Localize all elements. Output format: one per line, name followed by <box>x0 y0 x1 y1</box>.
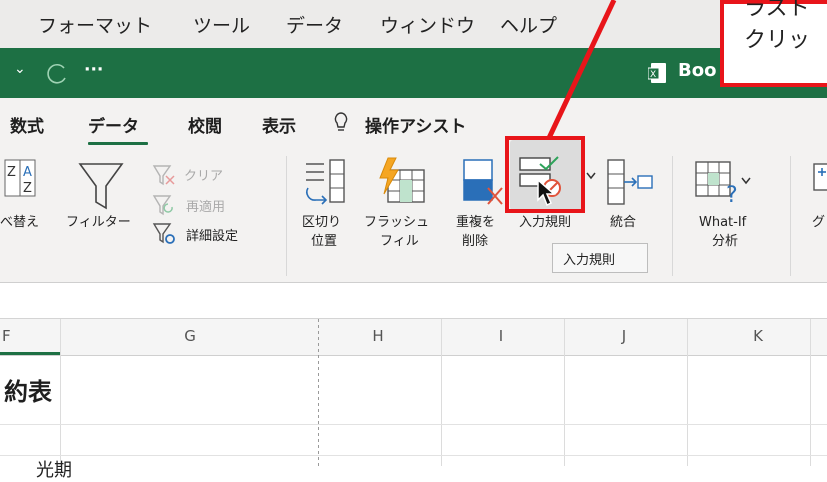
cell-text[interactable]: 光期 <box>36 456 72 482</box>
what-if-label-2: 分析 <box>712 234 739 249</box>
data-validation-label[interactable]: 入力規則 <box>519 213 571 233</box>
text-to-columns-label-2: 位置 <box>311 234 338 249</box>
column-header-f[interactable]: F <box>2 327 22 345</box>
callout-text-2: クリッ <box>744 28 811 53</box>
flash-fill-label-1: フラッシュ <box>364 215 430 230</box>
grid-column-line <box>564 319 565 466</box>
column-header-j[interactable]: J <box>614 327 634 345</box>
tab-data[interactable]: データ <box>88 112 139 137</box>
flash-fill-label-2: フィル <box>380 234 419 249</box>
sheet-title-cell[interactable]: 約表 <box>4 372 52 407</box>
quick-access-chevron-icon[interactable]: ⌄ <box>14 61 26 77</box>
svg-text:X: X <box>650 70 656 80</box>
selected-column-indicator <box>0 352 60 355</box>
menu-window[interactable]: ウィンドウ <box>380 11 475 38</box>
active-tab-indicator <box>88 142 148 145</box>
svg-text:?: ? <box>726 183 738 208</box>
callout-box: ラスト クリッ <box>720 0 827 87</box>
tab-review[interactable]: 校閲 <box>188 112 222 137</box>
column-headers: F G H I J K <box>0 319 827 356</box>
data-validation-dropdown-icon[interactable] <box>586 172 596 180</box>
filter-label: フィルター <box>66 215 131 230</box>
advanced-filter-icon[interactable] <box>152 222 176 246</box>
advanced-label[interactable]: 詳細設定 <box>186 225 238 244</box>
mouse-cursor-icon <box>537 178 556 207</box>
ribbon-separator <box>672 156 673 276</box>
tooltip: 入力規則 <box>552 243 648 273</box>
grid-column-line <box>60 319 61 466</box>
more-icon[interactable]: ··· <box>84 60 103 80</box>
excel-doc-icon: X <box>648 63 666 83</box>
flash-fill-icon[interactable] <box>374 156 428 210</box>
workbook-title: Boo <box>678 60 717 81</box>
grid-row-line <box>0 424 827 425</box>
tooltip-text: 入力規則 <box>563 253 616 268</box>
formula-bar[interactable] <box>0 283 827 319</box>
ribbon-separator <box>790 156 791 276</box>
sort-icon[interactable]: Z A Z <box>4 158 36 198</box>
sort-label: べ替え <box>0 215 40 230</box>
column-header-h[interactable]: H <box>368 327 388 345</box>
svg-text:Z: Z <box>23 181 32 196</box>
callout-text-1: ラスト <box>744 0 810 21</box>
remove-duplicates-label-2: 削除 <box>462 234 489 249</box>
grid-column-line <box>687 319 688 466</box>
menu-data[interactable]: データ <box>286 11 343 38</box>
filter-icon[interactable] <box>78 162 124 212</box>
tab-tell-me[interactable]: 操作アシスト <box>365 112 466 137</box>
column-header-i[interactable]: I <box>491 327 511 345</box>
svg-text:A: A <box>23 165 32 180</box>
svg-text:Z: Z <box>7 165 16 180</box>
grid-row-line <box>0 455 827 456</box>
ribbon-separator <box>286 156 287 276</box>
clear-label: クリア <box>184 169 224 184</box>
consolidate-label: 統合 <box>610 215 637 230</box>
group-icon[interactable] <box>812 162 827 202</box>
lightbulb-icon <box>334 112 348 131</box>
remove-duplicates-icon[interactable] <box>462 158 508 212</box>
reapply-label: 再適用 <box>186 200 226 215</box>
grid-column-line <box>441 319 442 466</box>
title-bar: ⌄ ··· X Boo <box>0 48 827 98</box>
annotation-arrow-line <box>546 0 617 140</box>
column-header-k[interactable]: K <box>748 327 768 345</box>
column-header-g[interactable]: G <box>180 327 200 345</box>
ribbon: 数式 データ 校閲 表示 操作アシスト Z A Z べ替え フィルター クリア … <box>0 98 827 283</box>
what-if-label-1: What-If <box>699 215 747 230</box>
group-label: グ <box>812 215 826 230</box>
tab-formulas[interactable]: 数式 <box>10 112 44 137</box>
text-to-columns-icon[interactable] <box>302 158 348 210</box>
clear-filter-icon <box>152 165 175 186</box>
text-to-columns-label-1: 区切り <box>302 215 342 230</box>
menu-format[interactable]: フォーマット <box>38 11 152 38</box>
page-break-line <box>318 319 319 466</box>
reapply-icon <box>152 195 173 216</box>
menu-bar: フォーマット ツール データ ウィンドウ ヘルプ <box>0 0 827 49</box>
remove-duplicates-label-1: 重複を <box>456 215 496 230</box>
redo-icon[interactable] <box>44 61 70 87</box>
what-if-icon[interactable]: ? <box>694 158 754 208</box>
consolidate-icon[interactable] <box>606 158 654 208</box>
grid-column-line <box>810 319 811 466</box>
tab-view[interactable]: 表示 <box>262 112 296 137</box>
menu-tools[interactable]: ツール <box>193 11 250 38</box>
